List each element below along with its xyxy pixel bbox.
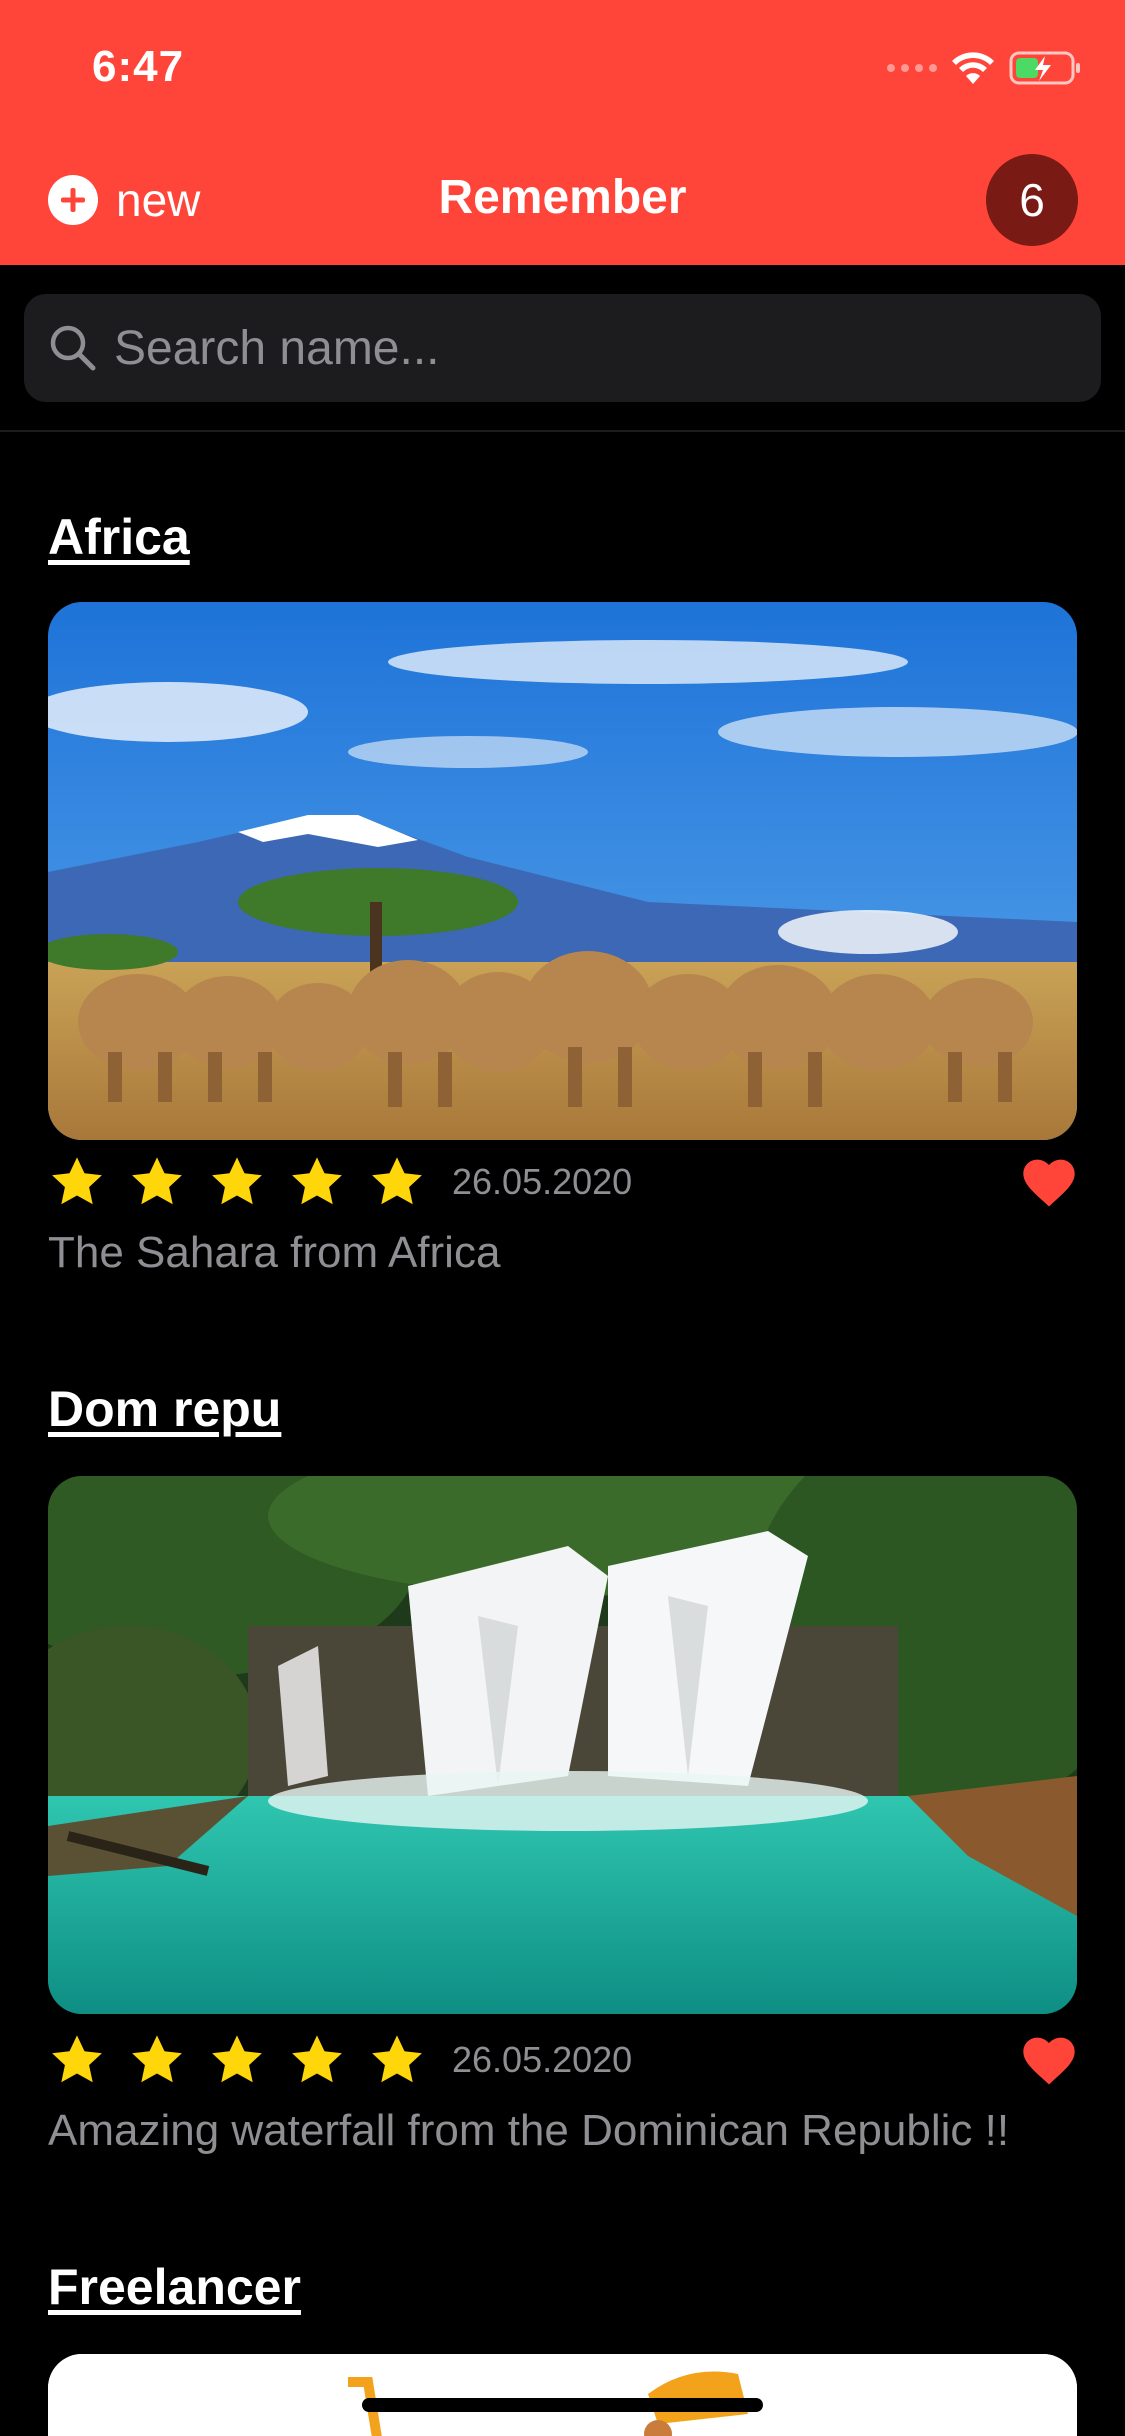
star-icon[interactable] — [208, 2031, 266, 2089]
star-rating[interactable] — [48, 2031, 426, 2089]
heart-icon[interactable] — [1021, 1156, 1077, 1208]
entry-photo-savanna[interactable] — [48, 602, 1077, 1140]
status-time: 6:47 — [92, 42, 185, 91]
entry-title[interactable]: Africa — [48, 508, 190, 566]
entry-date: 26.05.2020 — [452, 1161, 633, 1202]
app-header: 6:47 new Remember 6 — [0, 0, 1125, 265]
entry-date: 26.05.2020 — [452, 2039, 633, 2080]
star-icon[interactable] — [128, 1153, 186, 1211]
wifi-icon — [951, 51, 995, 85]
entry-title[interactable]: Freelancer — [48, 2258, 301, 2316]
entry-description: Amazing waterfall from the Dominican Rep… — [48, 2106, 1010, 2155]
battery-charging-icon — [1009, 50, 1081, 86]
heart-icon[interactable] — [1021, 2034, 1077, 2086]
star-icon[interactable] — [48, 2031, 106, 2089]
page-title: Remember — [438, 171, 687, 224]
status-icons — [887, 48, 1081, 88]
entry-description: The Sahara from Africa — [48, 1228, 501, 1277]
star-icon[interactable] — [368, 1153, 426, 1211]
entry-photo-freelancer[interactable] — [48, 2354, 1077, 2436]
star-rating[interactable] — [48, 1153, 426, 1211]
entry-meta-row: 26.05.2020 — [48, 1152, 1077, 1212]
star-icon[interactable] — [48, 1153, 106, 1211]
cellular-signal-icon — [887, 64, 937, 72]
entry-meta-row: 26.05.2020 — [48, 2030, 1077, 2090]
entry-photo-waterfall[interactable] — [48, 1476, 1077, 2014]
star-icon[interactable] — [128, 2031, 186, 2089]
entry-count-badge[interactable]: 6 — [986, 154, 1078, 246]
star-icon[interactable] — [288, 1153, 346, 1211]
entry-title[interactable]: Dom repu — [48, 1380, 281, 1438]
search-icon — [50, 325, 96, 371]
search-input[interactable] — [114, 320, 1101, 376]
star-icon[interactable] — [368, 2031, 426, 2089]
search-bar[interactable] — [24, 294, 1101, 402]
divider — [0, 430, 1125, 432]
home-indicator[interactable] — [362, 2398, 763, 2412]
screen: 6:47 new Remember 6 Search name... Afric… — [0, 0, 1125, 2436]
star-icon[interactable] — [288, 2031, 346, 2089]
star-icon[interactable] — [208, 1153, 266, 1211]
